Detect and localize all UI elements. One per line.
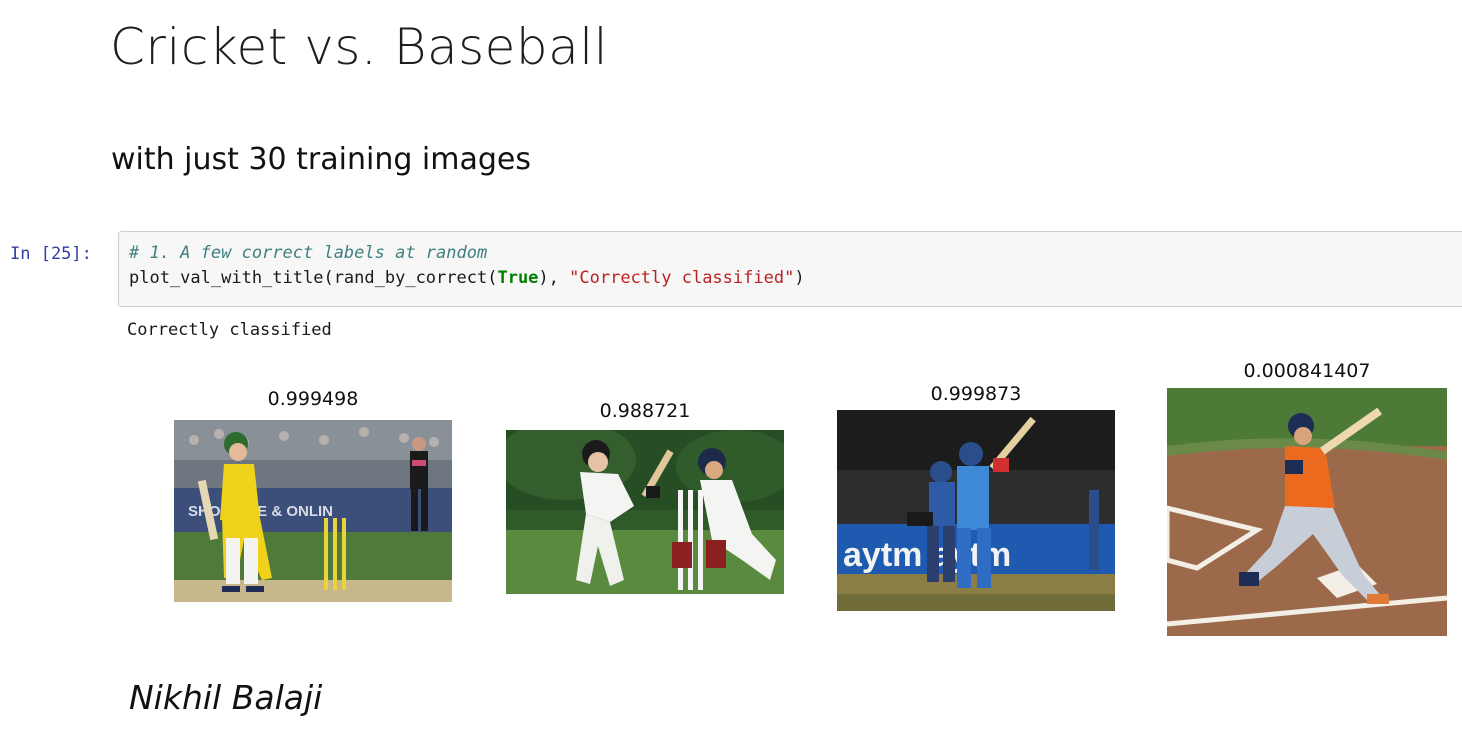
cell-output-text: Correctly classified bbox=[127, 320, 332, 340]
plot-4-score: 0.000841407 bbox=[1243, 360, 1371, 382]
author-name: Nikhil Balaji bbox=[129, 678, 323, 717]
cricket-boy-batting-image bbox=[506, 430, 784, 594]
code-keyword: True bbox=[497, 268, 539, 288]
code-comment: # 1. A few correct labels at random bbox=[129, 243, 488, 263]
code-cell-input[interactable]: # 1. A few correct labels at random plot… bbox=[118, 231, 1462, 307]
plot-4: 0.000841407 bbox=[1167, 360, 1447, 636]
slide-title: Cricket vs. Baseball bbox=[110, 18, 609, 76]
plot-1: 0.999498 SHO PORE & ONLIN bbox=[174, 388, 452, 604]
code-separator: ), bbox=[538, 268, 570, 288]
plot-2: 0.988721 bbox=[506, 400, 784, 596]
code-call: plot_val_with_title(rand_by_correct( bbox=[129, 268, 498, 288]
plot-3: 0.999873 aytm aytm bbox=[837, 383, 1115, 613]
cell-prompt: In [25]: bbox=[10, 244, 92, 264]
cricket-batter-blue-image: aytm aytm bbox=[837, 410, 1115, 611]
slide: Cricket vs. Baseball with just 30 traini… bbox=[0, 0, 1462, 736]
code-string: "Correctly classified" bbox=[569, 268, 795, 288]
plot-3-score: 0.999873 bbox=[930, 383, 1022, 405]
code-close-paren: ) bbox=[794, 268, 805, 288]
plot-1-score: 0.999498 bbox=[267, 388, 359, 410]
baseball-batter-image bbox=[1167, 388, 1447, 636]
plot-2-score: 0.988721 bbox=[599, 400, 691, 422]
cricket-batter-yellow-image: SHO PORE & ONLIN bbox=[174, 420, 452, 602]
slide-subtitle: with just 30 training images bbox=[111, 142, 531, 177]
